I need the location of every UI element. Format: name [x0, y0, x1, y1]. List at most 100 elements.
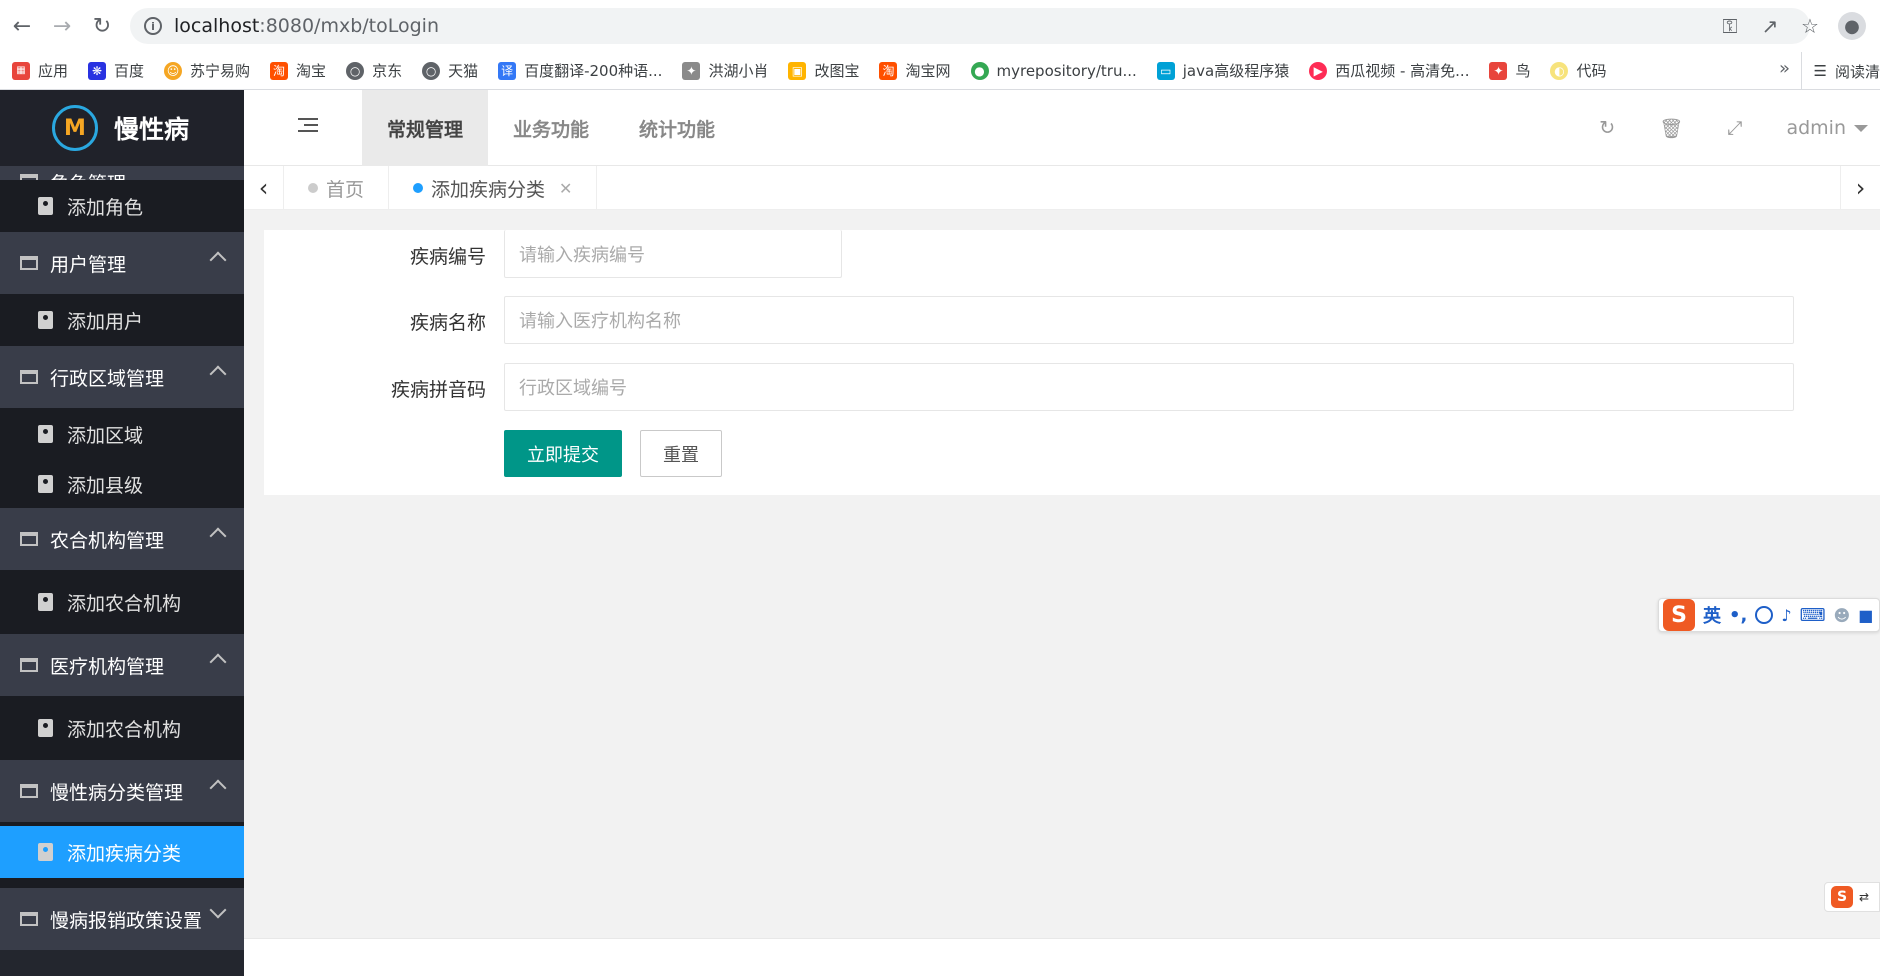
trash-icon[interactable]: 🗑: [1659, 117, 1683, 140]
ime-mini-bar[interactable]: S ⇄: [1824, 882, 1880, 912]
main-content: 疾病编号 请输入疾病编号 疾病名称 请输入医疗机构名称 疾病拼音码 行政区域编号…: [244, 210, 1880, 938]
bookmark-honghu[interactable]: ✦ 洪湖小肖: [682, 60, 768, 81]
fullscreen-icon[interactable]: ⤢: [1727, 117, 1742, 139]
star-icon[interactable]: ☆: [1798, 14, 1822, 38]
app-logo[interactable]: M 慢性病: [0, 90, 244, 166]
site-info-icon[interactable]: i: [144, 17, 162, 35]
bookmark-gaitubao[interactable]: ▣ 改图宝: [788, 60, 859, 81]
sidebar-item-add-county[interactable]: 添加县级: [0, 460, 244, 508]
ime-toolbar[interactable]: S 英 •, ♪ ⌨ ☻ ■: [1658, 598, 1880, 632]
tabs-scroll-left-icon[interactable]: ‹: [244, 166, 284, 210]
bookmark-jd[interactable]: ○ 京东: [346, 60, 402, 81]
reading-list-button[interactable]: ☰ 阅读清: [1800, 52, 1880, 89]
bookmark-suning[interactable]: ☺ 苏宁易购: [164, 60, 250, 81]
user-card-icon: [38, 475, 53, 493]
disease-pinyin-label: 疾病拼音码: [390, 379, 486, 401]
window-icon: [20, 256, 38, 270]
bookmark-taobao-net[interactable]: 淘淘宝网: [879, 60, 951, 81]
sidebar-item-add-role[interactable]: 添加角色: [0, 180, 244, 232]
disease-pinyin-input[interactable]: 行政区域编号: [504, 363, 1794, 411]
bookmark-baidu[interactable]: ❋ 百度: [88, 60, 144, 81]
sidebar-item-add-user[interactable]: 添加用户: [0, 294, 244, 346]
profile-avatar-icon[interactable]: ●: [1838, 12, 1866, 40]
lemon-icon: ◐: [1550, 61, 1569, 80]
forward-arrow-icon[interactable]: →: [42, 6, 82, 46]
page-tabs-bar: ‹ 首页 添加疾病分类 ✕ ›: [244, 166, 1880, 210]
emoji-icon[interactable]: [1755, 606, 1774, 624]
app-title: 慢性病: [114, 115, 190, 144]
sidebar-group-user-mgmt[interactable]: 用户管理: [0, 232, 244, 294]
ime-punct[interactable]: •,: [1729, 605, 1747, 626]
ime-mode[interactable]: 英: [1703, 602, 1721, 628]
skin-icon[interactable]: ■: [1858, 606, 1873, 625]
window-icon: [20, 658, 38, 672]
bookmark-myrepository[interactable]: ● myrepository/tru...: [970, 61, 1137, 80]
tab-add-disease[interactable]: 添加疾病分类 ✕: [389, 166, 598, 210]
bookmark-taobao[interactable]: 淘淘宝: [270, 60, 326, 81]
topnav-general[interactable]: 常规管理: [362, 90, 489, 166]
topnav-business[interactable]: 业务功能: [488, 90, 614, 166]
sidebar-item-add-coop[interactable]: 添加农合机构: [0, 570, 244, 634]
sidebar-item-add-region[interactable]: 添加区域: [0, 408, 244, 460]
image-icon: ▣: [788, 61, 807, 80]
microphone-icon[interactable]: ♪: [1781, 606, 1791, 625]
sidebar-group-medical-mgmt[interactable]: 医疗机构管理: [0, 634, 244, 696]
sidebar-group-region-mgmt[interactable]: 行政区域管理: [0, 346, 244, 408]
bird-icon: ✦: [1489, 61, 1508, 80]
chevron-up-icon: [209, 527, 227, 545]
bookmarks-more-button[interactable]: »: [1779, 58, 1790, 79]
sidebar-group-role-mgmt-cut[interactable]: 角色管理: [0, 166, 244, 180]
sidebar-group-chronic-mgmt[interactable]: 慢性病分类管理: [0, 760, 244, 822]
chevron-up-icon: [209, 653, 227, 671]
user-icon[interactable]: ☻: [1834, 606, 1851, 625]
bookmark-tmall[interactable]: ○ 天猫: [422, 60, 478, 81]
ime-expand-icon[interactable]: ⇄: [1859, 890, 1869, 904]
sidebar-item-add-disease[interactable]: 添加疾病分类: [0, 826, 244, 878]
bookmark-java[interactable]: ▭ java高级程序猿: [1156, 60, 1289, 81]
disease-name-label: 疾病名称: [409, 312, 486, 334]
globe-icon: ○: [422, 61, 441, 80]
user-card-icon: [38, 593, 53, 611]
share-icon[interactable]: ↗: [1758, 14, 1782, 38]
chevron-up-icon: [209, 779, 227, 797]
bookmark-baidu-translate[interactable]: 译百度翻译-200种语...: [498, 60, 662, 81]
browser-toolbar: ← → ↻ i localhost:8080/mxb/toLogin ⚿ ↗ ☆…: [0, 0, 1880, 52]
reset-button[interactable]: 重置: [640, 430, 722, 477]
user-card-icon: [38, 843, 53, 861]
topnav-stats[interactable]: 统计功能: [614, 90, 740, 166]
user-menu[interactable]: admin: [1786, 117, 1868, 139]
video-icon: ▶: [1309, 61, 1328, 80]
refresh-icon[interactable]: ↻: [1599, 117, 1615, 139]
window-icon: [20, 174, 38, 180]
taobao-icon: 淘: [879, 61, 898, 80]
user-card-icon: [38, 425, 53, 443]
key-icon[interactable]: ⚿: [1718, 14, 1742, 38]
apps-grid-icon: ▦: [12, 61, 30, 80]
sidebar-group-coop-mgmt[interactable]: 农合机构管理: [0, 508, 244, 570]
sidebar-group-policy[interactable]: 慢病报销政策设置: [0, 888, 244, 950]
tab-home[interactable]: 首页: [284, 166, 390, 210]
submit-button[interactable]: 立即提交: [504, 430, 622, 477]
bookmark-code[interactable]: ◐ 代码: [1550, 60, 1607, 81]
reload-icon[interactable]: ↻: [82, 6, 122, 46]
tabs-scroll-right-icon[interactable]: ›: [1840, 166, 1880, 210]
bookmark-apps[interactable]: ▦ 应用: [12, 60, 68, 81]
address-bar[interactable]: i localhost:8080/mxb/toLogin: [130, 8, 1810, 44]
menu-toggle-icon[interactable]: [298, 118, 318, 136]
sogou-logo-icon: S: [1831, 886, 1853, 908]
window-icon: [20, 784, 38, 798]
bookmark-bird[interactable]: ✦ 鸟: [1489, 60, 1530, 81]
window-icon: [20, 532, 38, 546]
disease-name-input[interactable]: 请输入医疗机构名称: [504, 296, 1794, 344]
chevron-up-icon: [209, 251, 227, 269]
bookmark-xigua[interactable]: ▶ 西瓜视频 - 高清免...: [1309, 60, 1469, 81]
url-path: :8080/mxb/toLogin: [259, 15, 439, 37]
back-arrow-icon[interactable]: ←: [2, 6, 42, 46]
sidebar-item-add-coop-medical[interactable]: 添加农合机构: [0, 696, 244, 760]
disease-code-label: 疾病编号: [409, 246, 486, 268]
chrome-icon: ●: [970, 61, 989, 80]
window-icon: [20, 912, 38, 926]
disease-code-input[interactable]: 请输入疾病编号: [504, 230, 842, 278]
close-icon[interactable]: ✕: [559, 179, 572, 198]
keyboard-icon[interactable]: ⌨: [1800, 605, 1826, 626]
